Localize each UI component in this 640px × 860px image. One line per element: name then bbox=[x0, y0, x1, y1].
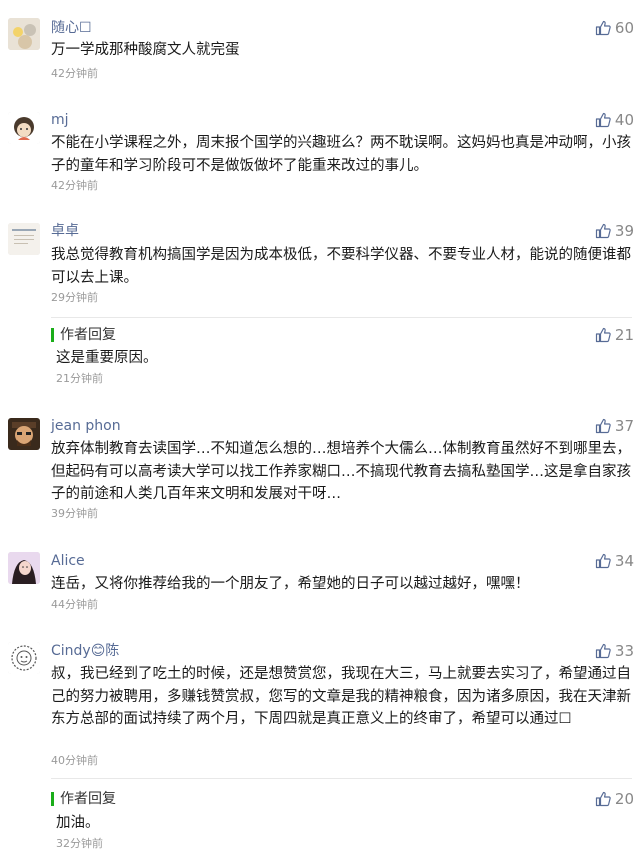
comment-time: 29分钟前 bbox=[51, 291, 98, 304]
thumbs-up-icon bbox=[595, 112, 611, 128]
comment-time: 44分钟前 bbox=[51, 598, 98, 611]
comment-nickname[interactable]: jean phon bbox=[51, 416, 121, 436]
like-count: 20 bbox=[614, 790, 634, 808]
comment-nickname[interactable]: Cindy😊陈 bbox=[51, 641, 119, 661]
comment-time: 42分钟前 bbox=[51, 179, 98, 192]
like-count: 39 bbox=[614, 222, 634, 240]
avatar[interactable] bbox=[8, 112, 40, 144]
reply-marker bbox=[51, 328, 54, 342]
comment-nickname[interactable]: mj bbox=[51, 110, 69, 130]
comment-text: 连岳，又将你推荐给我的一个朋友了，希望她的日子可以越过越好，嘿嘿！ bbox=[51, 576, 530, 592]
author-reply-label: 作者回复 bbox=[51, 789, 116, 809]
like-count: 33 bbox=[614, 642, 634, 660]
reply-time: 32分钟前 bbox=[56, 837, 103, 850]
comment-item: Alice 34 连岳，又将你推荐给我的一个朋友了，希望她的日子可以越过越好，嘿… bbox=[0, 540, 640, 632]
like-button[interactable]: 34 bbox=[595, 551, 634, 571]
thumbs-up-icon bbox=[595, 418, 611, 434]
like-button[interactable]: 37 bbox=[595, 416, 634, 436]
reply-time: 21分钟前 bbox=[56, 372, 103, 385]
reply-marker bbox=[51, 792, 54, 806]
reply-text: 这是重要原因。 bbox=[56, 350, 158, 366]
avatar[interactable] bbox=[8, 418, 40, 450]
avatar[interactable] bbox=[8, 18, 40, 50]
comment-item: 随心☐ 60 万一学成那种酸腐文人就完蛋 42分钟前 bbox=[0, 0, 640, 95]
like-button[interactable]: 40 bbox=[595, 110, 634, 130]
comment-text: 万一学成那种酸腐文人就完蛋 bbox=[51, 42, 240, 58]
comment-nickname[interactable]: 卓卓 bbox=[51, 221, 79, 241]
avatar[interactable] bbox=[8, 223, 40, 255]
thumbs-up-icon bbox=[595, 327, 611, 343]
comment-text: 放弃体制教育去读国学…不知道怎么想的…想培养个大儒么…体制教育虽然好不到哪里去，… bbox=[51, 441, 631, 502]
reply-like-button[interactable]: 20 bbox=[595, 789, 634, 809]
like-count: 21 bbox=[614, 326, 634, 344]
like-count: 37 bbox=[614, 417, 634, 435]
author-reply-title: 作者回复 bbox=[60, 791, 116, 807]
like-count: 34 bbox=[614, 552, 634, 570]
like-count: 60 bbox=[614, 19, 634, 37]
thumbs-up-icon bbox=[595, 223, 611, 239]
comment-item: mj 40 不能在小学课程之外，周末报个国学的兴趣班么？两不耽误啊。这妈妈也真是… bbox=[0, 95, 640, 210]
comment-time: 39分钟前 bbox=[51, 507, 98, 520]
reply-divider bbox=[51, 317, 632, 318]
comment-time: 42分钟前 bbox=[51, 67, 98, 80]
author-reply-label: 作者回复 bbox=[51, 325, 116, 345]
thumbs-up-icon bbox=[595, 553, 611, 569]
comment-item: jean phon 37 放弃体制教育去读国学…不知道怎么想的…想培养个大儒么…… bbox=[0, 406, 640, 540]
avatar[interactable] bbox=[8, 552, 40, 584]
thumbs-up-icon bbox=[595, 643, 611, 659]
comment-text: 我总觉得教育机构搞国学是因为成本极低，不要科学仪器、不要专业人材，能说的随便谁都… bbox=[51, 247, 631, 286]
reply-like-button[interactable]: 21 bbox=[595, 325, 634, 345]
comment-text: 叔，我已经到了吃土的时候，还是想赞赏您，我现在大三，马上就要去实习了，希望通过自… bbox=[51, 666, 631, 727]
like-button[interactable]: 60 bbox=[595, 18, 634, 38]
reply-text: 加油。 bbox=[56, 815, 100, 831]
comment-text: 不能在小学课程之外，周末报个国学的兴趣班么？两不耽误啊。这妈妈也真是冲动啊，小孩… bbox=[51, 135, 631, 174]
thumbs-up-icon bbox=[595, 20, 611, 36]
comment-item: 卓卓 39 我总觉得教育机构搞国学是因为成本极低，不要科学仪器、不要专业人材，能… bbox=[0, 210, 640, 406]
comment-time: 40分钟前 bbox=[51, 754, 98, 767]
comment-nickname[interactable]: 随心☐ bbox=[51, 18, 92, 38]
reply-divider bbox=[51, 778, 632, 779]
comment-item: Cindy😊陈 33 叔，我已经到了吃土的时候，还是想赞赏您，我现在大三，马上就… bbox=[0, 632, 640, 860]
author-reply-title: 作者回复 bbox=[60, 327, 116, 343]
comment-nickname[interactable]: Alice bbox=[51, 551, 85, 571]
thumbs-up-icon bbox=[595, 791, 611, 807]
like-button[interactable]: 39 bbox=[595, 221, 634, 241]
avatar[interactable] bbox=[8, 642, 40, 674]
like-count: 40 bbox=[614, 111, 634, 129]
like-button[interactable]: 33 bbox=[595, 641, 634, 661]
